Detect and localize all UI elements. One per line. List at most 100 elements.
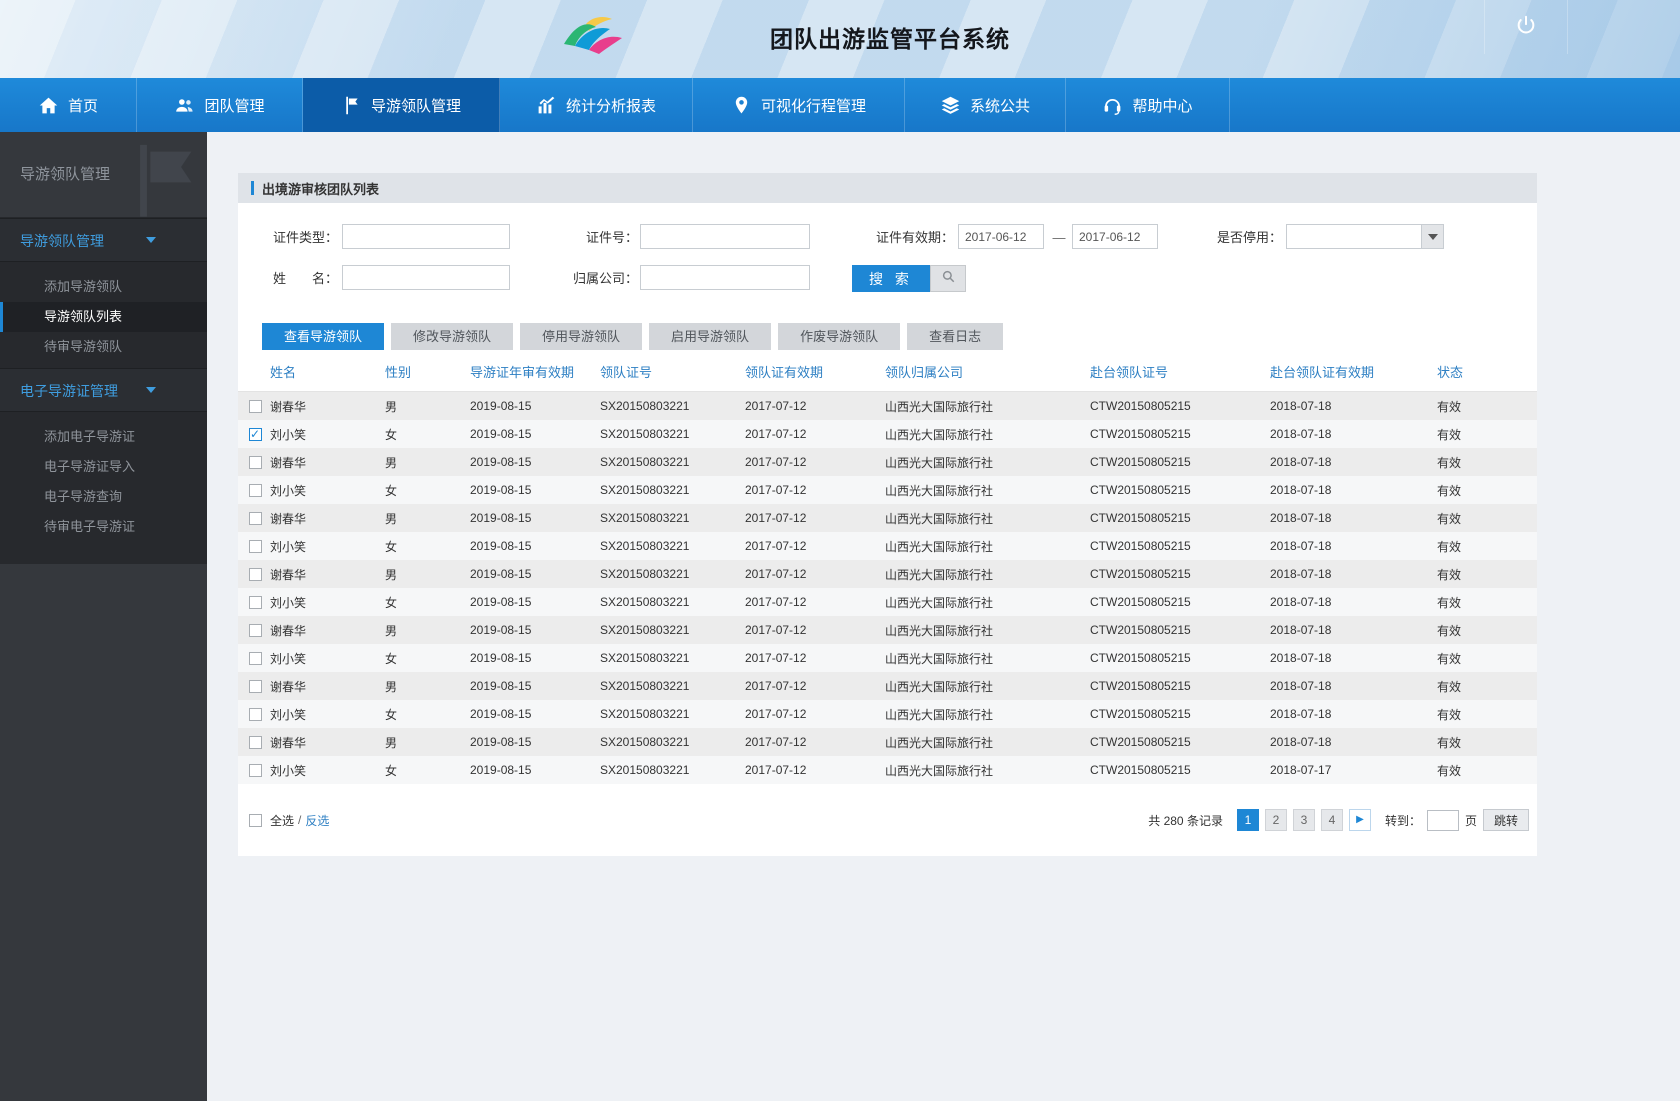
- tab-invalidate[interactable]: 作废导游领队: [778, 323, 901, 350]
- cell-name: 谢春华: [270, 623, 307, 638]
- name-input[interactable]: [342, 265, 510, 290]
- disabled-select[interactable]: [1286, 224, 1444, 249]
- nav-item-system[interactable]: 系统公共: [905, 78, 1066, 132]
- cert-type-input[interactable]: [342, 224, 510, 249]
- row-checkbox[interactable]: [249, 763, 262, 777]
- cell-gender: 女: [385, 539, 398, 554]
- cell-guide-cert-valid: 2019-08-15: [470, 679, 532, 693]
- tab-view[interactable]: 查看导游领队: [262, 323, 385, 350]
- cell-leader-cert-no: SX20150803221: [600, 679, 690, 693]
- cell-leader-cert-valid: 2017-07-12: [745, 567, 807, 581]
- sidebar-item-query-ecard[interactable]: 电子导游查询: [0, 482, 207, 512]
- goto-button[interactable]: 跳转: [1482, 809, 1529, 831]
- page-button-1[interactable]: 1: [1236, 809, 1259, 831]
- action-tabs: 查看导游领队 修改导游领队 停用导游领队 启用导游领队 作废导游领队 查看日志: [262, 323, 1004, 350]
- invert-selection-link[interactable]: 反选: [305, 812, 329, 829]
- tab-edit[interactable]: 修改导游领队: [391, 323, 514, 350]
- column-header: 领队证号: [600, 365, 653, 380]
- cell-company: 山西光大国际旅行社: [885, 455, 994, 470]
- cell-leader-cert-valid: 2017-07-12: [745, 455, 807, 469]
- row-checkbox[interactable]: [249, 483, 262, 497]
- cell-gender: 男: [385, 399, 398, 414]
- search-icon: [941, 269, 956, 289]
- chart-icon: [536, 95, 557, 116]
- sidebar-group-items: 添加导游领队 导游领队列表 待审导游领队: [0, 262, 207, 368]
- sidebar-item-add-guide[interactable]: 添加导游领队: [0, 272, 207, 302]
- cell-guide-cert-valid: 2019-08-15: [470, 511, 532, 525]
- cell-gender: 女: [385, 595, 398, 610]
- cert-no-label: 证件号：: [585, 230, 638, 245]
- sidebar-item-pending-ecard[interactable]: 待审电子导游证: [0, 512, 207, 542]
- sidebar-item-guide-list[interactable]: 导游领队列表: [0, 302, 207, 332]
- table-row: 谢春华 男 2019-08-15 SX20150803221 2017-07-12 山西光…: [238, 392, 1537, 420]
- sidebar-group-ecard-mgmt[interactable]: 电子导游证管理: [0, 368, 207, 412]
- tab-disable[interactable]: 停用导游领队: [520, 323, 643, 350]
- search-button[interactable]: 搜 索: [852, 265, 930, 292]
- column-header: 领队归属公司: [885, 365, 964, 380]
- page-button-2[interactable]: 2: [1264, 809, 1287, 831]
- top-banner: 团队出游监管平台系统: [0, 0, 1680, 78]
- sidebar-item-pending-guide[interactable]: 待审导游领队: [0, 332, 207, 362]
- search-icon-button[interactable]: [930, 265, 966, 292]
- company-input[interactable]: [640, 265, 810, 290]
- cell-taiwan-cert-no: CTW20150805215: [1090, 763, 1191, 777]
- date-to-input[interactable]: [1072, 224, 1158, 249]
- select-all-checkbox[interactable]: [249, 813, 262, 827]
- row-checkbox[interactable]: [249, 427, 262, 441]
- cell-company: 山西光大国际旅行社: [885, 623, 994, 638]
- page-button-4[interactable]: 4: [1320, 809, 1343, 831]
- nav-item-stats[interactable]: 统计分析报表: [500, 78, 693, 132]
- table-row: 谢春华 男 2019-08-15 SX20150803221 2017-07-12 山西光…: [238, 728, 1537, 756]
- nav-item-team[interactable]: 团队管理: [137, 78, 303, 132]
- cell-status: 有效: [1437, 427, 1462, 442]
- cell-status: 有效: [1437, 623, 1462, 638]
- goto-page-input[interactable]: [1426, 809, 1459, 831]
- power-icon: [1515, 14, 1537, 41]
- nav-item-guide-leader[interactable]: 导游领队管理: [303, 78, 500, 132]
- nav-item-home[interactable]: 首页: [0, 78, 137, 132]
- layers-icon: [940, 95, 961, 116]
- cell-leader-cert-valid: 2017-07-12: [745, 707, 807, 721]
- cell-leader-cert-no: SX20150803221: [600, 483, 690, 497]
- sidebar-item-add-ecard[interactable]: 添加电子导游证: [0, 422, 207, 452]
- page-button-3[interactable]: 3: [1292, 809, 1315, 831]
- nav-item-help[interactable]: 帮助中心: [1066, 78, 1230, 132]
- title-accent: [251, 181, 254, 195]
- cert-no-input[interactable]: [640, 224, 810, 249]
- content-panel: 证件类型： 证件号： 证件有效期： — 是否停用： 姓 名： 归属公司： 搜 索: [238, 203, 1537, 856]
- nav-item-itinerary[interactable]: 可视化行程管理: [693, 78, 905, 132]
- row-checkbox[interactable]: [249, 455, 262, 469]
- sidebar-group-label: 电子导游证管理: [20, 383, 118, 399]
- chevron-down-icon[interactable]: [1421, 225, 1443, 248]
- table-row: 刘小笑 女 2019-08-15 SX20150803221 2017-07-12 山西光…: [238, 476, 1537, 504]
- select-all-label[interactable]: 全选: [270, 812, 294, 829]
- cell-name: 刘小笑: [270, 707, 307, 722]
- row-checkbox[interactable]: [249, 567, 262, 581]
- cell-taiwan-cert-valid: 2018-07-18: [1270, 511, 1332, 525]
- row-checkbox[interactable]: [249, 511, 262, 525]
- cell-leader-cert-no: SX20150803221: [600, 623, 690, 637]
- table-row: 谢春华 男 2019-08-15 SX20150803221 2017-07-12 山西光…: [238, 448, 1537, 476]
- cell-leader-cert-no: SX20150803221: [600, 539, 690, 553]
- tab-logs[interactable]: 查看日志: [907, 323, 1004, 350]
- cell-taiwan-cert-no: CTW20150805215: [1090, 455, 1191, 469]
- sidebar-item-import-ecard[interactable]: 电子导游证导入: [0, 452, 207, 482]
- tab-enable[interactable]: 启用导游领队: [649, 323, 772, 350]
- next-page-button[interactable]: ▶: [1348, 809, 1371, 831]
- cell-name: 刘小笑: [270, 483, 307, 498]
- row-checkbox[interactable]: [249, 623, 262, 637]
- row-checkbox[interactable]: [249, 651, 262, 665]
- row-checkbox[interactable]: [249, 539, 262, 553]
- table-row: 谢春华 男 2019-08-15 SX20150803221 2017-07-12 山西光…: [238, 672, 1537, 700]
- row-checkbox[interactable]: [249, 595, 262, 609]
- row-checkbox[interactable]: [249, 399, 262, 413]
- date-from-input[interactable]: [958, 224, 1044, 249]
- row-checkbox[interactable]: [249, 735, 262, 749]
- row-checkbox[interactable]: [249, 679, 262, 693]
- logout-button[interactable]: [1484, 0, 1568, 54]
- sidebar-group-guide-leader-mgmt[interactable]: 导游领队管理: [0, 218, 207, 262]
- row-checkbox[interactable]: [249, 707, 262, 721]
- table-row: 谢春华 男 2019-08-15 SX20150803221 2017-07-12 山西光…: [238, 504, 1537, 532]
- cell-company: 山西光大国际旅行社: [885, 595, 994, 610]
- nav-item-label: 可视化行程管理: [760, 97, 866, 115]
